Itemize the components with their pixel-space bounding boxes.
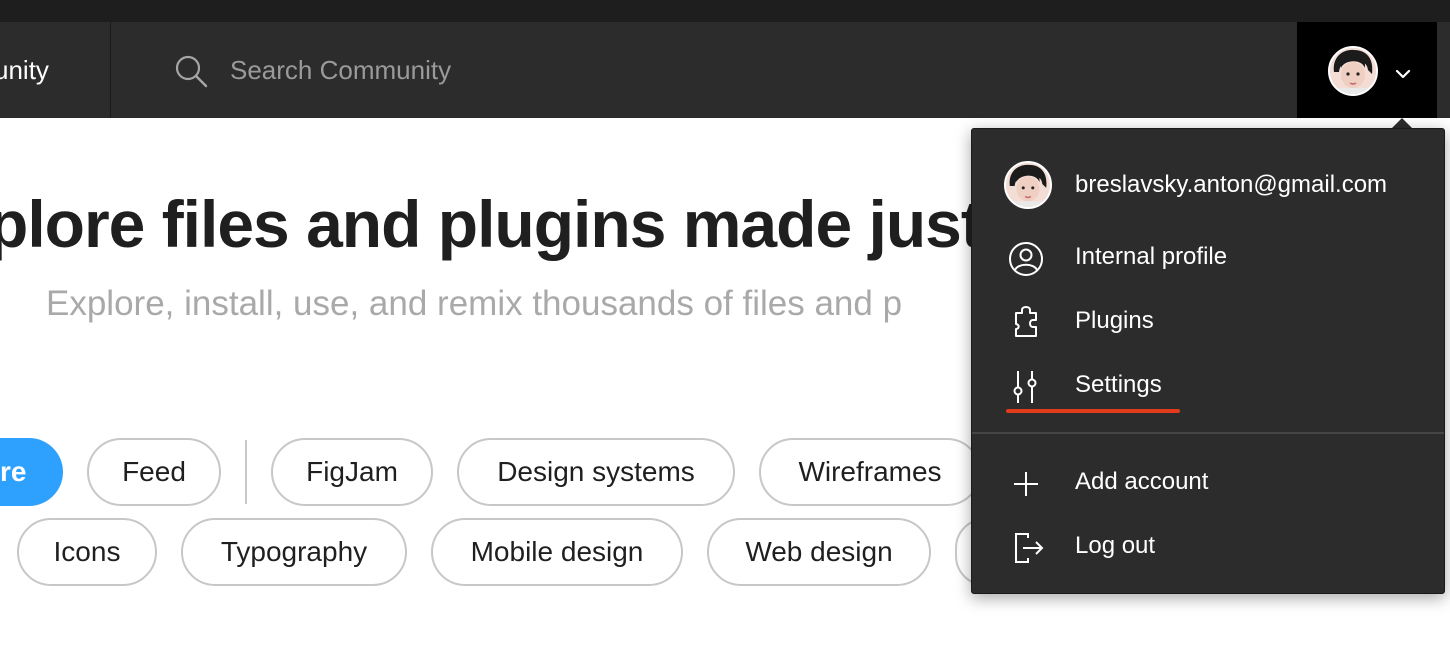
- filter-chip-feed[interactable]: Feed: [87, 438, 221, 506]
- account-dropdown-menu: breslavsky.anton@gmail.com Internal prof…: [971, 128, 1445, 594]
- search-icon: [175, 55, 208, 88]
- menu-item-label: Add account: [1075, 468, 1209, 495]
- filter-chip-mobile-design[interactable]: Mobile design: [431, 518, 683, 586]
- menu-item-label: Settings: [1075, 371, 1162, 398]
- chevron-down-icon: [1395, 69, 1411, 79]
- account-menu-button[interactable]: [1297, 22, 1437, 118]
- filter-chip-label: re: [0, 456, 27, 487]
- plus-icon: [1014, 472, 1038, 496]
- nav-divider: [110, 22, 111, 118]
- menu-item-log-out[interactable]: Log out: [972, 514, 1444, 578]
- top-navbar: unity: [0, 22, 1450, 118]
- filter-chip-typography[interactable]: Typography: [181, 518, 407, 586]
- top-strip: [0, 0, 1450, 22]
- menu-separator: [972, 432, 1444, 434]
- menu-item-plugins[interactable]: Plugins: [972, 289, 1444, 353]
- plugin-icon: [1015, 306, 1037, 337]
- hero-title: plore files and plugins made just fo: [0, 187, 1060, 261]
- menu-item-label: Log out: [1075, 532, 1156, 559]
- menu-item-settings[interactable]: Settings: [972, 353, 1444, 417]
- filter-chip-wireframes[interactable]: Wireframes: [759, 438, 981, 506]
- search-input[interactable]: [230, 44, 830, 96]
- filter-divider: [245, 440, 247, 504]
- filter-chip-web-design[interactable]: Web design: [707, 518, 931, 586]
- filter-chip-explore[interactable]: re: [0, 438, 63, 506]
- menu-item-add-account[interactable]: Add account: [972, 450, 1444, 514]
- filter-chip-design-systems[interactable]: Design systems: [457, 438, 735, 506]
- menu-item-internal-profile[interactable]: Internal profile: [972, 225, 1444, 289]
- avatar[interactable]: [1328, 46, 1378, 96]
- community-nav-title[interactable]: unity: [0, 22, 49, 118]
- sliders-icon: [1013, 371, 1037, 403]
- user-circle-icon: [1009, 242, 1043, 276]
- logout-icon: [1015, 533, 1044, 563]
- filter-chip-figjam[interactable]: FigJam: [271, 438, 433, 506]
- account-email: breslavsky.anton@gmail.com: [1075, 171, 1388, 198]
- menu-item-account-email[interactable]: breslavsky.anton@gmail.com: [972, 153, 1444, 217]
- avatar: [1004, 161, 1052, 209]
- hero-subtitle: Explore, install, use, and remix thousan…: [46, 284, 903, 323]
- menu-item-label: Internal profile: [1075, 243, 1228, 270]
- filter-chip-icons[interactable]: Icons: [17, 518, 157, 586]
- menu-item-label: Plugins: [1075, 307, 1154, 334]
- search-bar[interactable]: [170, 44, 870, 96]
- settings-highlight-underline: [1006, 409, 1180, 413]
